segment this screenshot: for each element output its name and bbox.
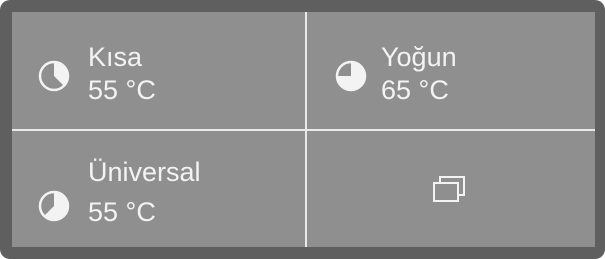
- program-grid: Kısa 55 °C Yoğun 65 °C Üniversal 55 °C: [12, 12, 595, 247]
- program-name: Yoğun: [381, 42, 457, 72]
- pie-half-icon: [38, 190, 70, 222]
- program-tile-universal[interactable]: Üniversal 55 °C: [12, 131, 305, 247]
- program-temperature: 65 °C: [381, 75, 449, 105]
- display-frame: Kısa 55 °C Yoğun 65 °C Üniversal 55 °C: [0, 0, 605, 259]
- program-tile-kisa[interactable]: Kısa 55 °C: [12, 12, 305, 129]
- program-name: Kısa: [88, 42, 143, 72]
- program-temperature: 55 °C: [88, 197, 156, 227]
- stacked-windows-icon: [433, 176, 465, 202]
- program-tile-yogun[interactable]: Yoğun 65 °C: [307, 12, 595, 129]
- more-programs-button[interactable]: [307, 131, 595, 247]
- program-name: Üniversal: [88, 157, 201, 187]
- pie-quarter-icon: [38, 60, 70, 92]
- pie-three-quarter-icon: [335, 60, 367, 92]
- program-temperature: 55 °C: [88, 75, 156, 105]
